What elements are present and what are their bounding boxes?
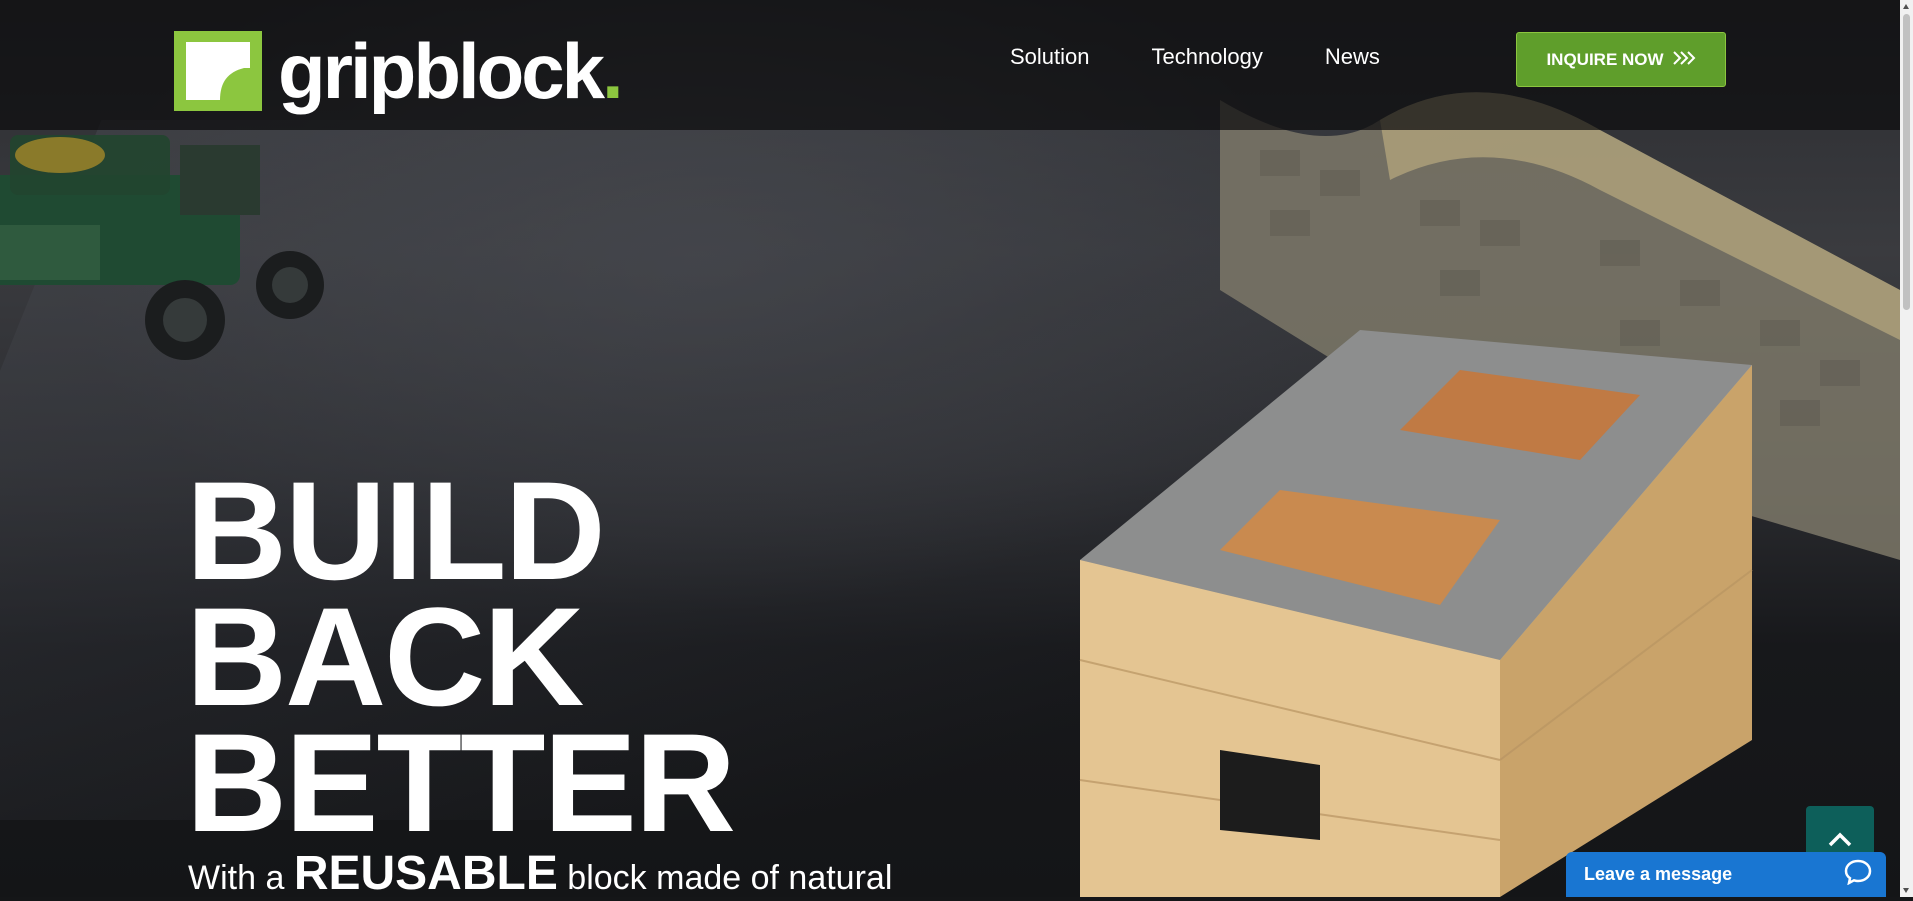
scroll-up-arrow-icon[interactable] — [1903, 4, 1909, 9]
nav-technology[interactable]: Technology — [1152, 44, 1263, 70]
hero-headline: BUILD BACK BETTER — [186, 452, 736, 861]
double-chevron-right-icon — [1672, 50, 1696, 70]
site-logo[interactable]: gripblock. — [174, 27, 624, 115]
inquire-now-button[interactable]: INQUIRE NOW — [1516, 32, 1726, 87]
chevron-up-icon — [1828, 831, 1852, 851]
page-scrollbar[interactable] — [1900, 0, 1913, 897]
logo-mark-icon — [174, 31, 262, 111]
headline-line-1: BUILD — [186, 452, 606, 609]
sub-prefix: With a — [188, 859, 285, 897]
logo-wordmark: gripblock. — [278, 27, 624, 115]
main-nav: Solution Technology News — [1010, 44, 1380, 70]
sub-suffix: block made of natural — [567, 859, 893, 897]
sub-emphasis: REUSABLE — [293, 847, 558, 900]
chat-label: Leave a message — [1584, 864, 1733, 884]
nav-solution[interactable]: Solution — [1010, 44, 1090, 70]
nav-news[interactable]: News — [1325, 44, 1380, 70]
site-header: gripblock. Solution Technology News INQU… — [0, 0, 1900, 130]
headline-line-3: BETTER — [186, 704, 736, 861]
utility-vehicle-image — [0, 135, 324, 360]
chat-widget[interactable]: Leave a message — [1566, 852, 1886, 897]
gripblock-product-image — [1079, 330, 1753, 897]
scroll-down-arrow-icon[interactable] — [1903, 888, 1909, 893]
scrollbar-thumb[interactable] — [1903, 14, 1910, 310]
inquire-now-label: INQUIRE NOW — [1546, 49, 1664, 69]
headline-line-2: BACK — [186, 578, 584, 735]
chat-bubble-icon — [1844, 859, 1872, 890]
hero-subheading: With a REUSABLE block made of natural — [188, 846, 892, 901]
